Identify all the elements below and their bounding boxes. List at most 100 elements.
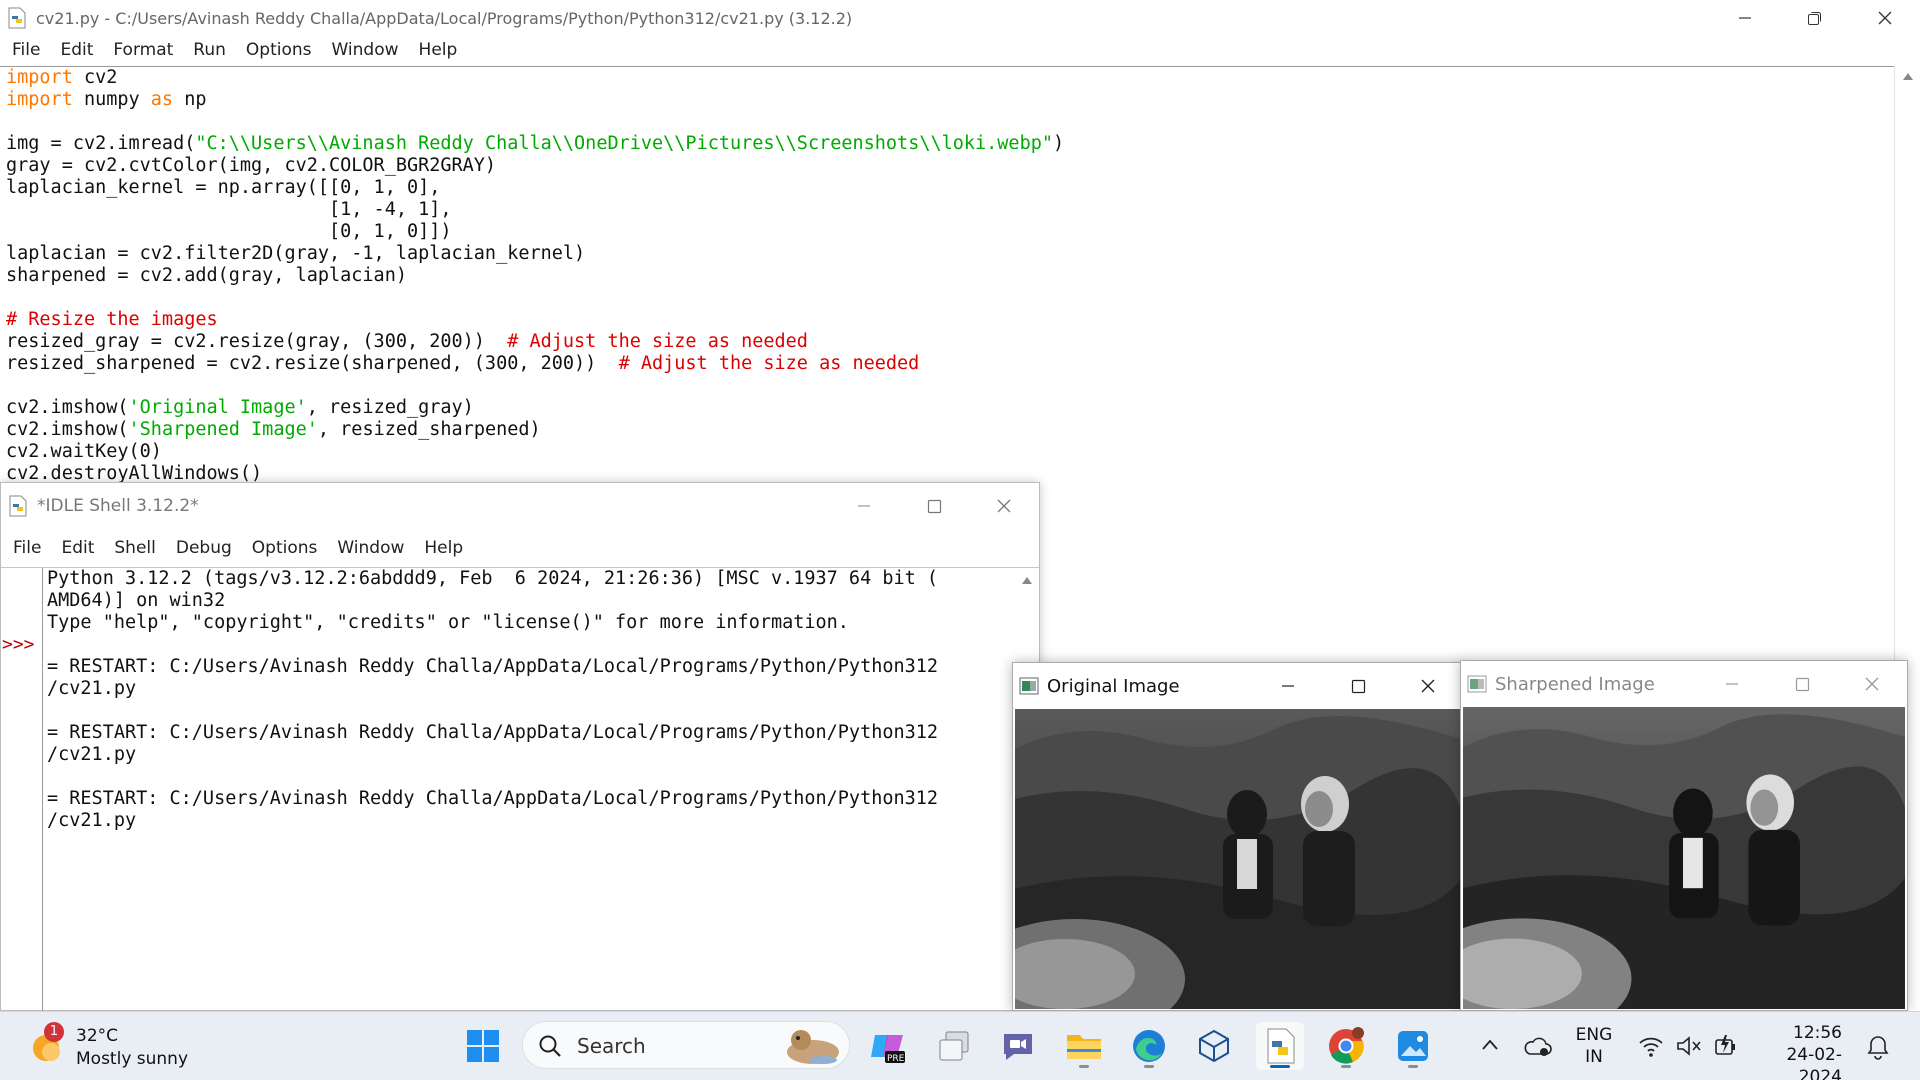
shell-menu-help[interactable]: Help xyxy=(414,538,473,558)
code-line[interactable] xyxy=(0,375,1894,397)
code-line[interactable]: gray = cv2.cvtColor(img, cv2.COLOR_BGR2G… xyxy=(0,155,1894,177)
menu-file[interactable]: File xyxy=(2,40,50,60)
code-keyword: import xyxy=(6,89,73,110)
shell-close-button[interactable] xyxy=(969,488,1039,524)
taskbar-task-view[interactable] xyxy=(930,1022,978,1070)
shell-menu-window[interactable]: Window xyxy=(327,538,414,558)
sharpened-image xyxy=(1463,707,1905,1009)
task-view-icon xyxy=(939,1031,969,1061)
code-text: , resized_sharpened) xyxy=(317,419,541,440)
taskbar-search-box[interactable]: Search xyxy=(522,1021,850,1069)
code-line[interactable]: img = cv2.imread("C:\\Users\\Avinash Red… xyxy=(0,133,1894,155)
code-editor[interactable]: import cv2 import numpy as np img = cv2.im… xyxy=(0,66,1894,482)
taskbar-virtualbox[interactable] xyxy=(1190,1022,1238,1070)
clock[interactable]: 12:56 24-02-2024 xyxy=(1752,1022,1852,1080)
region-label: IN xyxy=(1585,1047,1603,1067)
taskbar-photos[interactable] xyxy=(1389,1022,1437,1070)
shell-menu-file[interactable]: File xyxy=(3,538,51,558)
shell-titlebar[interactable]: *IDLE Shell 3.12.2* xyxy=(1,483,1039,529)
code-line[interactable]: cv2.imshow('Original Image', resized_gra… xyxy=(0,397,1894,419)
menu-window[interactable]: Window xyxy=(322,40,409,60)
weather-badge: 1 xyxy=(44,1022,64,1042)
menu-help[interactable]: Help xyxy=(409,40,468,60)
taskbar-python-idle[interactable] xyxy=(1256,1022,1304,1070)
shell-menu-debug[interactable]: Debug xyxy=(166,538,242,558)
shell-menu-edit[interactable]: Edit xyxy=(51,538,104,558)
scroll-up-icon[interactable] xyxy=(1022,576,1032,584)
grayscale-photo xyxy=(1015,709,1461,1009)
editor-titlebar[interactable]: cv21.py - C:/Users/Avinash Reddy Challa/… xyxy=(0,0,1920,36)
taskbar-edge[interactable] xyxy=(1125,1022,1173,1070)
restore-button[interactable] xyxy=(1780,0,1850,36)
original-image xyxy=(1015,709,1461,1009)
volume-muted-icon[interactable] xyxy=(1676,1034,1702,1058)
close-button[interactable] xyxy=(1850,0,1920,36)
sharpened-maximize-button[interactable] xyxy=(1767,666,1837,702)
code-line[interactable] xyxy=(0,111,1894,133)
original-titlebar[interactable]: Original Image xyxy=(1013,663,1463,709)
shell-line: = RESTART: C:/Users/Avinash Reddy Challa… xyxy=(47,788,939,809)
code-line[interactable]: sharpened = cv2.add(gray, laplacian) xyxy=(0,265,1894,287)
menu-options[interactable]: Options xyxy=(236,40,322,60)
code-line[interactable]: laplacian_kernel = np.array([[0, 1, 0], xyxy=(0,177,1894,199)
code-line[interactable]: import cv2 xyxy=(0,67,1894,89)
code-line[interactable] xyxy=(0,287,1894,309)
battery-charging-icon[interactable] xyxy=(1713,1033,1739,1059)
sharpened-grayscale-photo xyxy=(1463,707,1905,1009)
shell-output[interactable]: Python 3.12.2 (tags/v3.12.2:6abddd9, Feb… xyxy=(47,568,1007,1012)
code-line[interactable]: [0, 1, 0]]) xyxy=(0,221,1894,243)
taskbar-teams-chat[interactable] xyxy=(994,1022,1042,1070)
code-line[interactable]: import numpy as np xyxy=(0,89,1894,111)
maximize-icon xyxy=(1351,679,1365,693)
code-text: cv2.imshow( xyxy=(6,419,129,440)
shell-menu-shell[interactable]: Shell xyxy=(104,538,165,558)
code-line[interactable]: cv2.destroyAllWindows() xyxy=(0,463,1894,482)
start-button[interactable] xyxy=(459,1022,507,1070)
code-line[interactable]: laplacian = cv2.filter2D(gray, -1, lapla… xyxy=(0,243,1894,265)
sharpened-titlebar[interactable]: Sharpened Image xyxy=(1461,661,1907,707)
menu-run[interactable]: Run xyxy=(183,40,236,60)
sharpened-close-button[interactable] xyxy=(1837,666,1907,702)
onedrive-cloud-icon[interactable] xyxy=(1524,1034,1552,1058)
show-hidden-icons-chevron-icon[interactable] xyxy=(1482,1039,1498,1051)
original-image-window: Original Image xyxy=(1012,662,1464,1011)
sharpened-minimize-button[interactable] xyxy=(1697,666,1767,702)
wifi-icon[interactable] xyxy=(1638,1034,1664,1058)
code-text: np xyxy=(173,89,207,110)
maximize-icon xyxy=(927,499,941,513)
original-minimize-button[interactable] xyxy=(1253,668,1323,704)
svg-text:PRE: PRE xyxy=(887,1054,905,1064)
language-label: ENG xyxy=(1575,1025,1613,1045)
close-icon xyxy=(1865,677,1879,691)
desktop: { "editor": { "title": "cv21.py - C:/Use… xyxy=(0,0,1920,1080)
menu-edit[interactable]: Edit xyxy=(50,40,103,60)
shell-line: /cv21.py xyxy=(47,744,137,765)
minimize-button[interactable] xyxy=(1710,0,1780,36)
scroll-up-icon[interactable] xyxy=(1903,72,1913,80)
shell-maximize-button[interactable] xyxy=(899,488,969,524)
notification-bell-icon[interactable] xyxy=(1866,1034,1890,1060)
taskbar-copilot[interactable]: PRE xyxy=(864,1022,912,1070)
original-close-button[interactable] xyxy=(1393,668,1463,704)
shell-minimize-button[interactable] xyxy=(829,488,899,524)
code-line[interactable]: cv2.imshow('Sharpened Image', resized_sh… xyxy=(0,419,1894,441)
shell-line: = RESTART: C:/Users/Avinash Reddy Challa… xyxy=(47,722,939,743)
original-maximize-button[interactable] xyxy=(1323,668,1393,704)
code-line[interactable]: cv2.waitKey(0) xyxy=(0,441,1894,463)
code-line[interactable]: # Resize the images xyxy=(0,309,1894,331)
edge-icon xyxy=(1133,1030,1165,1062)
virtualbox-icon xyxy=(1199,1029,1229,1063)
weather-widget[interactable]: 1 32°C Mostly sunny xyxy=(28,1022,198,1070)
code-line[interactable]: [1, -4, 1], xyxy=(0,199,1894,221)
code-line[interactable]: resized_gray = cv2.resize(gray, (300, 20… xyxy=(0,331,1894,353)
shell-menu-options[interactable]: Options xyxy=(242,538,328,558)
code-text: cv2.waitKey(0) xyxy=(6,441,162,462)
shell-body: >>> Python 3.12.2 (tags/v3.12.2:6abddd9,… xyxy=(1,567,1039,1012)
taskbar-chrome[interactable] xyxy=(1322,1022,1370,1070)
code-text: img = cv2.imread( xyxy=(6,133,196,154)
language-indicator[interactable]: ENG IN xyxy=(1566,1024,1622,1068)
taskbar-file-explorer[interactable] xyxy=(1060,1022,1108,1070)
code-line[interactable]: resized_sharpened = cv2.resize(sharpened… xyxy=(0,353,1894,375)
menu-format[interactable]: Format xyxy=(103,40,183,60)
